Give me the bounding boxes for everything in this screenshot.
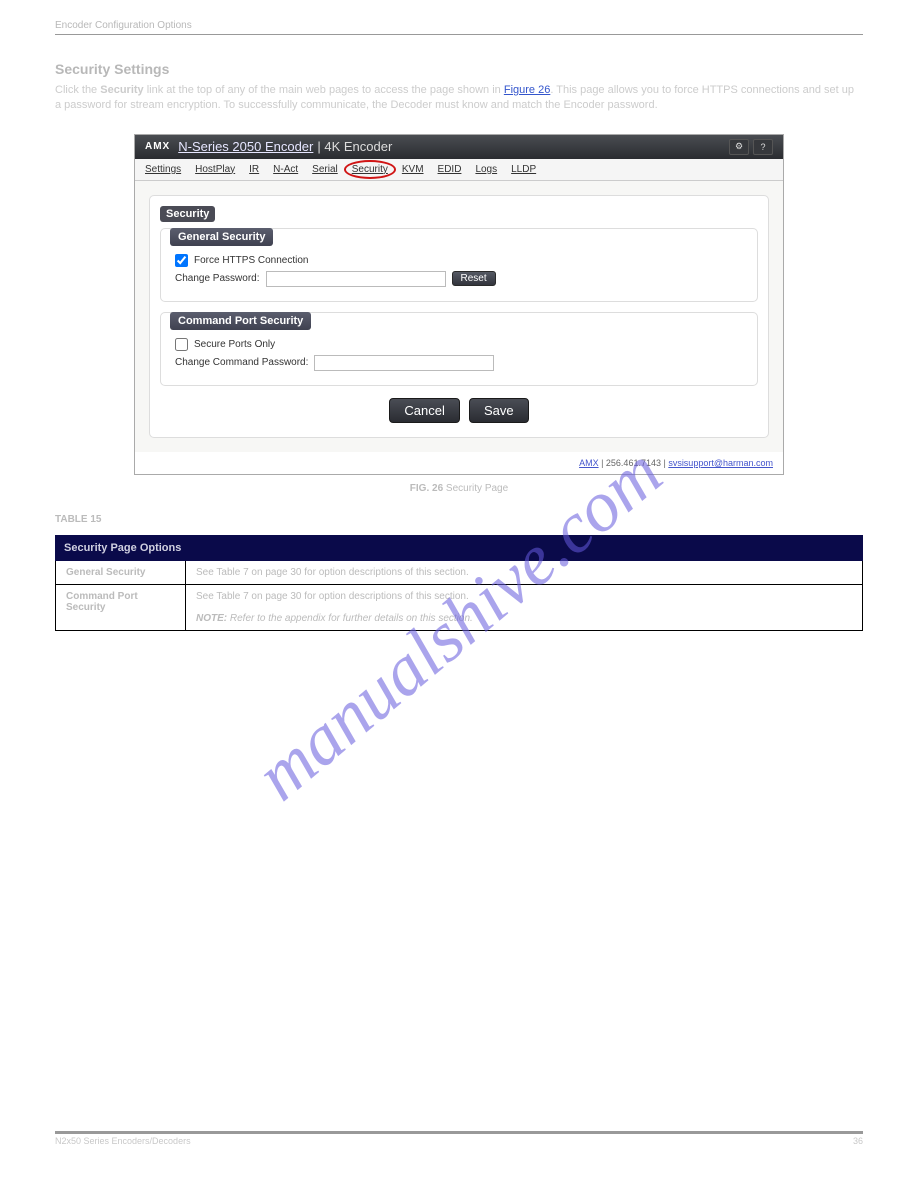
note-label: NOTE: bbox=[196, 613, 227, 624]
tab-hostplay[interactable]: HostPlay bbox=[195, 164, 235, 175]
tab-edid[interactable]: EDID bbox=[438, 164, 462, 175]
figure-title: Security Page bbox=[446, 483, 508, 494]
change-password-input[interactable] bbox=[266, 271, 446, 287]
topbar: AMX N-Series 2050 Encoder | 4K Encoder ⚙… bbox=[135, 135, 783, 159]
help-icon[interactable]: ? bbox=[753, 139, 773, 155]
force-https-label: Force HTTPS Connection bbox=[194, 255, 309, 266]
change-password-label: Change Password: bbox=[175, 273, 260, 284]
save-button[interactable]: Save bbox=[469, 398, 529, 423]
table-header: Security Page Options bbox=[56, 535, 863, 560]
table-label: TABLE 15 bbox=[55, 514, 863, 525]
panel-label: Security bbox=[160, 206, 215, 222]
row1-name: General Security bbox=[56, 560, 186, 584]
tab-kvm[interactable]: KVM bbox=[402, 164, 424, 175]
tab-bar: Settings HostPlay IR N-Act Serial Securi… bbox=[135, 159, 783, 181]
section-title: Security Settings bbox=[55, 61, 863, 77]
secure-ports-label: Secure Ports Only bbox=[194, 339, 275, 350]
general-security-group: General Security Force HTTPS Connection … bbox=[160, 228, 758, 302]
figure-number: FIG. 26 bbox=[410, 483, 446, 494]
device-title-link[interactable]: N-Series 2050 Encoder bbox=[178, 139, 313, 154]
command-password-input[interactable] bbox=[314, 355, 494, 371]
intro-middle: link at the top of any of the main web p… bbox=[144, 84, 504, 96]
tab-serial[interactable]: Serial bbox=[312, 164, 338, 175]
screenshot-figure: AMX N-Series 2050 Encoder | 4K Encoder ⚙… bbox=[134, 134, 784, 475]
footer-right: 36 bbox=[853, 1136, 863, 1146]
command-password-label: Change Command Password: bbox=[175, 357, 308, 368]
brand-logo: AMX bbox=[145, 141, 170, 152]
figure-caption: FIG. 26 Security Page bbox=[55, 483, 863, 494]
row2-desc: See Table 7 on page 30 for option descri… bbox=[186, 584, 863, 630]
secure-ports-checkbox[interactable] bbox=[175, 338, 188, 351]
device-subtitle: | 4K Encoder bbox=[317, 139, 392, 154]
footer-left: N2x50 Series Encoders/Decoders bbox=[55, 1136, 191, 1146]
row1-desc: See Table 7 on page 30 for option descri… bbox=[186, 560, 863, 584]
header-left: Encoder Configuration Options bbox=[55, 20, 192, 31]
settings-icon[interactable]: ⚙ bbox=[729, 139, 749, 155]
tab-nact[interactable]: N-Act bbox=[273, 164, 298, 175]
cancel-button[interactable]: Cancel bbox=[389, 398, 459, 423]
general-security-title: General Security bbox=[170, 228, 273, 246]
intro-prefix: Click the bbox=[55, 84, 100, 96]
note-text: Refer to the appendix for further detail… bbox=[227, 613, 473, 624]
figure-ref-link[interactable]: Figure 26 bbox=[504, 84, 550, 96]
intro-para: Click the Security link at the top of an… bbox=[55, 83, 863, 114]
tab-lldp[interactable]: LLDP bbox=[511, 164, 536, 175]
tab-settings[interactable]: Settings bbox=[145, 164, 181, 175]
footer-email-link[interactable]: svsisupport@harman.com bbox=[668, 458, 773, 468]
tab-ir[interactable]: IR bbox=[249, 164, 259, 175]
command-port-group: Command Port Security Secure Ports Only … bbox=[160, 312, 758, 386]
command-port-title: Command Port Security bbox=[170, 312, 311, 330]
table-number: TABLE 15 bbox=[55, 514, 102, 525]
reset-button[interactable]: Reset bbox=[452, 271, 496, 286]
screenshot-footer: AMX | 256.461.7143 | svsisupport@harman.… bbox=[135, 452, 783, 474]
tab-security[interactable]: Security bbox=[352, 164, 388, 175]
intro-link-bold: Security bbox=[100, 84, 143, 96]
force-https-checkbox[interactable] bbox=[175, 254, 188, 267]
tab-logs[interactable]: Logs bbox=[475, 164, 497, 175]
row2-desc-text: See Table 7 on page 30 for option descri… bbox=[196, 591, 469, 602]
footer-amx-link[interactable]: AMX bbox=[579, 458, 599, 468]
footer-phone: | 256.461.7143 | bbox=[599, 458, 669, 468]
options-table: Security Page Options General Security S… bbox=[55, 535, 863, 631]
row2-name: Command Port Security bbox=[56, 584, 186, 630]
